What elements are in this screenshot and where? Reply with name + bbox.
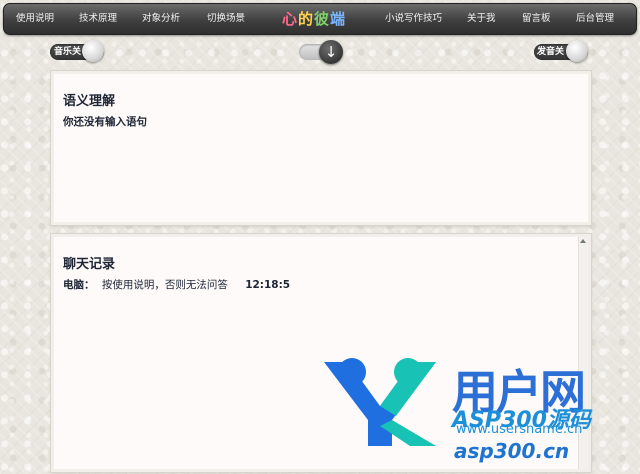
watermark-url: www.usersname.cn: [456, 422, 583, 437]
watermark-url-2: asp300.cn: [454, 439, 570, 463]
semantic-panel: 语义理解 你还没有输入语句: [51, 71, 591, 225]
voice-toggle[interactable]: 发音关: [534, 40, 588, 62]
scroll-toggle[interactable]: ↓: [299, 40, 343, 64]
semantic-panel-title: 语义理解: [63, 94, 116, 109]
site-title: 心的彼端: [282, 8, 346, 30]
chat-speaker: 电脑：: [63, 279, 95, 291]
nav-item-tech[interactable]: 技术原理: [79, 4, 117, 34]
down-arrow-icon: ↓: [319, 40, 343, 64]
chat-text: 按使用说明，否则无法问答: [101, 279, 228, 291]
nav-item-admin[interactable]: 后台管理: [576, 4, 614, 34]
nav-item-writing-tips[interactable]: 小说写作技巧: [385, 4, 442, 34]
scroll-up-icon[interactable]: [580, 239, 586, 243]
title-char: 彼: [314, 10, 331, 28]
title-char: 的: [298, 10, 315, 28]
chat-panel-title: 聊天记录: [63, 257, 116, 272]
toggle-knob: [566, 40, 588, 62]
chat-time: 12:18:5: [245, 279, 291, 291]
music-toggle[interactable]: 音乐关: [50, 40, 104, 62]
usersname-logo: [324, 358, 436, 446]
music-toggle-label: 音乐关: [54, 47, 82, 57]
title-char: 心: [282, 10, 299, 28]
toggle-knob: [82, 40, 104, 62]
semantic-panel-text: 你还没有输入语句: [63, 116, 147, 128]
nav-item-guestbook[interactable]: 留言板: [522, 4, 551, 34]
nav-item-about[interactable]: 关于我: [467, 4, 496, 34]
nav-item-switch-scene[interactable]: 切换场景: [207, 4, 245, 34]
voice-toggle-label: 发音关: [537, 47, 565, 57]
title-char: 端: [330, 10, 347, 28]
nav-item-usage[interactable]: 使用说明: [16, 4, 54, 34]
nav-item-analysis[interactable]: 对象分析: [142, 4, 180, 34]
top-navbar: 使用说明 技术原理 对象分析 切换场景 心的彼端 小说写作技巧 关于我 留言板 …: [3, 3, 637, 35]
chat-message: 电脑： 按使用说明，否则无法问答 12:18:5: [63, 277, 290, 292]
